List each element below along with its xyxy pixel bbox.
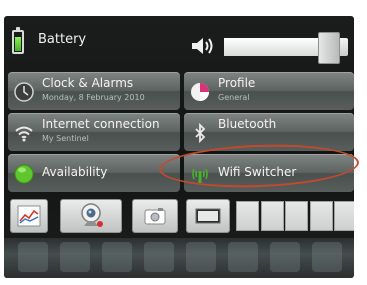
tile-subtitle: General [218, 93, 250, 102]
shortcut-toolbar [4, 196, 354, 236]
battery-icon [12, 27, 24, 54]
tile-subtitle: My Sentinel [42, 134, 89, 143]
tile-clock-alarms[interactable]: Clock & Alarms Monday, 8 February 2010 [8, 72, 180, 110]
dock-app-icon[interactable] [228, 242, 258, 272]
speaker-icon [192, 38, 213, 54]
display-button[interactable] [186, 199, 230, 233]
dock-app-icon[interactable] [18, 242, 48, 272]
webcam-button[interactable] [60, 199, 122, 233]
battery-label: Battery [38, 32, 87, 47]
volume-slider[interactable] [224, 32, 348, 64]
chart-button[interactable] [10, 199, 48, 233]
empty-shortcut-slot[interactable] [260, 201, 284, 231]
chart-icon [17, 205, 41, 227]
dock-app-icon[interactable] [312, 242, 342, 272]
camera-button[interactable] [132, 199, 178, 233]
tile-title: Bluetooth [218, 117, 277, 131]
clock-icon [14, 82, 34, 102]
dock-app-icon[interactable] [270, 242, 300, 272]
tile-title: Internet connection [42, 117, 160, 131]
background-dock [4, 238, 354, 278]
profile-pie-icon [191, 83, 209, 101]
dock-app-icon[interactable] [60, 242, 90, 272]
dock-app-icon[interactable] [186, 242, 216, 272]
wifi-icon [15, 126, 33, 142]
volume-slider-handle[interactable] [318, 32, 341, 64]
camera-icon [144, 208, 166, 225]
tile-title: Availability [42, 165, 108, 179]
tile-title: Clock & Alarms [42, 76, 134, 90]
bluetooth-icon [195, 122, 206, 144]
tile-subtitle: Monday, 8 February 2010 [42, 93, 145, 102]
tile-availability[interactable]: Availability [8, 154, 180, 192]
tile-profile[interactable]: Profile General [184, 72, 354, 110]
webcam-icon [81, 203, 103, 227]
volume-slider-fill [224, 32, 341, 64]
dock-app-icon[interactable] [144, 242, 174, 272]
empty-shortcut-slot[interactable] [309, 201, 333, 231]
empty-shortcut-slot[interactable] [285, 201, 308, 231]
empty-shortcut-slot[interactable] [334, 201, 354, 231]
presence-dot-icon [14, 164, 34, 184]
dock-app-icon[interactable] [102, 242, 132, 272]
display-icon [195, 208, 221, 224]
tile-title: Profile [218, 76, 256, 90]
status-row: Battery [4, 16, 354, 64]
empty-shortcut-slot[interactable] [236, 201, 259, 231]
battery-level [15, 37, 21, 51]
tile-internet-connection[interactable]: Internet connection My Sentinel [8, 113, 180, 151]
